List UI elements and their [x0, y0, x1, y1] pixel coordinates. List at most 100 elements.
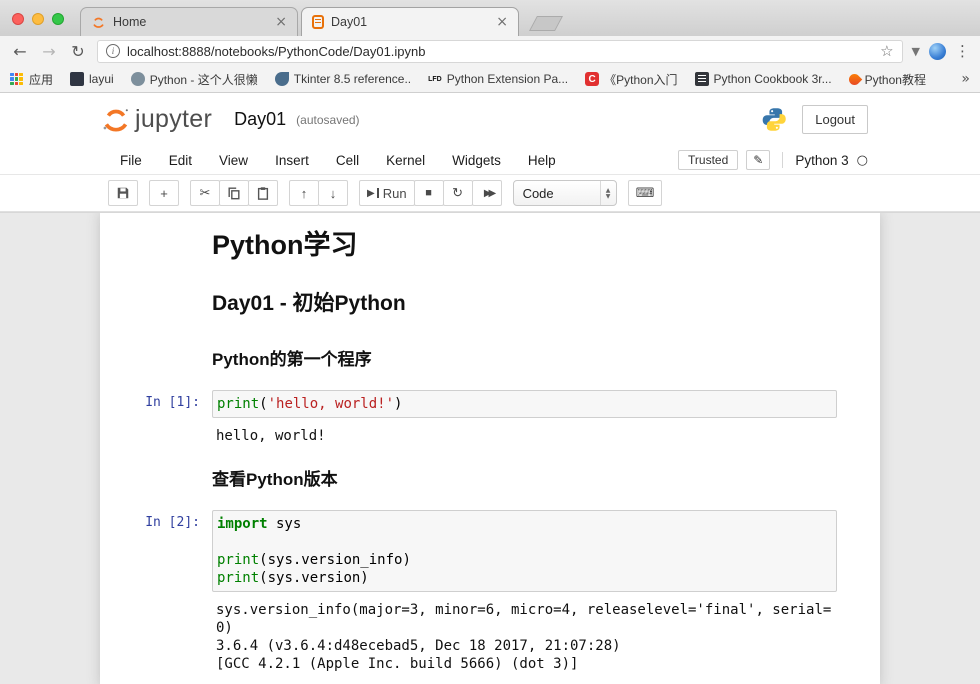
- bookmark-label: 《Python入门: [604, 71, 677, 88]
- markdown-heading: Day01 - 初始Python: [212, 291, 835, 317]
- cell-type-select[interactable]: Code ▲ ▼: [513, 180, 617, 206]
- cell-output: hello, world!: [212, 427, 837, 445]
- paste-cells-button[interactable]: [248, 180, 278, 206]
- browser-menu-icon[interactable]: ⋮: [955, 42, 970, 60]
- notebook-favicon-icon: [312, 15, 324, 29]
- notebook-container: Python学习 Day01 - 初始Python Python的第一个程序 In […: [100, 213, 880, 684]
- tab-close-icon[interactable]: ×: [275, 15, 287, 29]
- tab-day01[interactable]: Day01 ×: [301, 7, 519, 36]
- jupyter-favicon-icon: [91, 15, 106, 30]
- lfd-favicon-icon: LFD: [428, 72, 442, 86]
- python-gray-favicon-icon: [131, 72, 145, 86]
- jupyter-logo[interactable]: jupyter: [100, 105, 212, 135]
- bookmark-item[interactable]: Tkinter 8.5 reference..: [275, 72, 411, 86]
- code-line: print('hello, world!'): [217, 395, 832, 413]
- bookmark-label: 应用: [29, 71, 53, 88]
- forward-icon: →: [39, 42, 59, 61]
- book-favicon-icon: [695, 72, 709, 86]
- url-text[interactable]: localhost:8888/notebooks/PythonCode/Day0…: [127, 44, 873, 59]
- restart-run-all-button[interactable]: ▶▶: [472, 180, 502, 206]
- tab-home[interactable]: Home ×: [80, 7, 298, 36]
- run-button[interactable]: ▶ Run: [359, 180, 415, 206]
- notebook-menubar: FileEditViewInsertCellKernelWidgetsHelp …: [0, 146, 980, 175]
- markdown-body: 查看Python版本: [212, 457, 880, 498]
- command-palette-button[interactable]: ⌨: [628, 180, 663, 206]
- window-minimize-button[interactable]: [32, 13, 44, 25]
- address-bar[interactable]: i localhost:8888/notebooks/PythonCode/Da…: [97, 40, 903, 63]
- back-icon[interactable]: ←: [10, 42, 30, 61]
- restart-kernel-button[interactable]: ↻: [443, 180, 473, 206]
- bookmark-item[interactable]: 应用: [10, 71, 53, 88]
- window-close-button[interactable]: [12, 13, 24, 25]
- save-button[interactable]: [108, 180, 138, 206]
- bookmark-item[interactable]: Python Cookbook 3r...: [695, 72, 832, 86]
- menu-items: File Edit View Insert Cell Kernel Widgets Help: [120, 153, 556, 168]
- copy-cells-button[interactable]: [219, 180, 249, 206]
- code-cell[interactable]: In [1]:print('hello, world!') hello, worl…: [100, 384, 880, 451]
- bookmark-item[interactable]: LFDPython Extension Pa...: [428, 72, 568, 86]
- input-row: In [1]:print('hello, world!'): [100, 390, 880, 418]
- tab-close-icon[interactable]: ×: [496, 15, 508, 29]
- menu-file[interactable]: File: [120, 153, 142, 168]
- bookmark-item[interactable]: layui: [70, 72, 114, 86]
- jupyter-logo-icon: [100, 105, 132, 135]
- notebook-title[interactable]: Day01: [234, 109, 286, 130]
- bookmark-label: Python - 这个人很懒: [150, 71, 258, 88]
- bookmarks-overflow-icon[interactable]: »: [961, 71, 970, 87]
- menu-cell[interactable]: Cell: [336, 153, 359, 168]
- menu-edit[interactable]: Edit: [169, 153, 192, 168]
- window-fullscreen-button[interactable]: [52, 13, 64, 25]
- move-cell-down-button[interactable]: ↓: [318, 180, 348, 206]
- copy-icon: [227, 186, 241, 200]
- bookmark-star-icon[interactable]: ☆: [880, 42, 893, 60]
- menu-view[interactable]: View: [219, 153, 248, 168]
- page-info-icon[interactable]: i: [106, 44, 120, 58]
- code-line: print(sys.version_info): [217, 551, 832, 569]
- python-logo-icon: [761, 106, 788, 133]
- markdown-heading: Python的第一个程序: [212, 349, 835, 370]
- code-input[interactable]: import sys print(sys.version_info)print(…: [212, 510, 837, 592]
- code-input[interactable]: print('hello, world!'): [212, 390, 837, 418]
- extension-globe-icon[interactable]: [929, 43, 946, 60]
- markdown-cell[interactable]: Python学习: [100, 219, 880, 277]
- cell-output: sys.version_info(major=3, minor=6, micro…: [212, 601, 837, 673]
- code-cell[interactable]: In [2]:import sys print(sys.version_info…: [100, 504, 880, 679]
- cell-type-value: Code: [523, 186, 554, 201]
- insert-cell-below-button[interactable]: +: [149, 180, 179, 206]
- bookmark-item[interactable]: Python教程: [849, 71, 926, 88]
- new-tab-button[interactable]: [529, 16, 563, 31]
- bookmark-item[interactable]: C《Python入门: [585, 71, 677, 88]
- download-arrow-icon[interactable]: ▼: [912, 45, 920, 58]
- logout-button[interactable]: Logout: [802, 105, 868, 134]
- prompt-spacer: [100, 225, 212, 271]
- paste-icon: [256, 186, 270, 200]
- markdown-cell[interactable]: Python的第一个程序: [100, 331, 880, 384]
- move-cell-up-button[interactable]: ↑: [289, 180, 319, 206]
- input-row: In [2]:import sys print(sys.version_info…: [100, 510, 880, 592]
- bookmark-item[interactable]: Python - 这个人很懒: [131, 71, 258, 88]
- trusted-badge[interactable]: Trusted: [678, 150, 738, 170]
- jupyter-logo-text: jupyter: [135, 105, 212, 134]
- select-stepper-icon: ▲ ▼: [600, 181, 616, 205]
- markdown-cell[interactable]: 查看Python版本: [100, 451, 880, 504]
- layui-favicon-icon: [70, 72, 84, 86]
- cut-cells-button[interactable]: ✂: [190, 180, 220, 206]
- autosave-status: (autosaved): [296, 113, 359, 127]
- markdown-cell[interactable]: Day01 - 初始Python: [100, 277, 880, 331]
- menu-kernel[interactable]: Kernel: [386, 153, 425, 168]
- interrupt-kernel-button[interactable]: ■: [414, 180, 444, 206]
- menu-help[interactable]: Help: [528, 153, 556, 168]
- bookmark-label: Python教程: [865, 71, 926, 88]
- notebook-scroll-area[interactable]: Python学习 Day01 - 初始Python Python的第一个程序 In […: [0, 212, 980, 684]
- output-prompt: [100, 601, 212, 673]
- browser-navigation-bar: ← → ↻ i localhost:8888/notebooks/PythonC…: [0, 36, 980, 66]
- menu-widgets[interactable]: Widgets: [452, 153, 501, 168]
- output-prompt: [100, 427, 212, 445]
- menu-insert[interactable]: Insert: [275, 153, 309, 168]
- tk-feather-favicon-icon: [275, 72, 289, 86]
- header-right: Logout: [761, 105, 868, 134]
- code-line: import sys: [217, 515, 832, 533]
- reload-icon[interactable]: ↻: [68, 42, 88, 61]
- kernel-name: Python 3: [795, 153, 848, 168]
- tab-title: Day01: [331, 15, 489, 29]
